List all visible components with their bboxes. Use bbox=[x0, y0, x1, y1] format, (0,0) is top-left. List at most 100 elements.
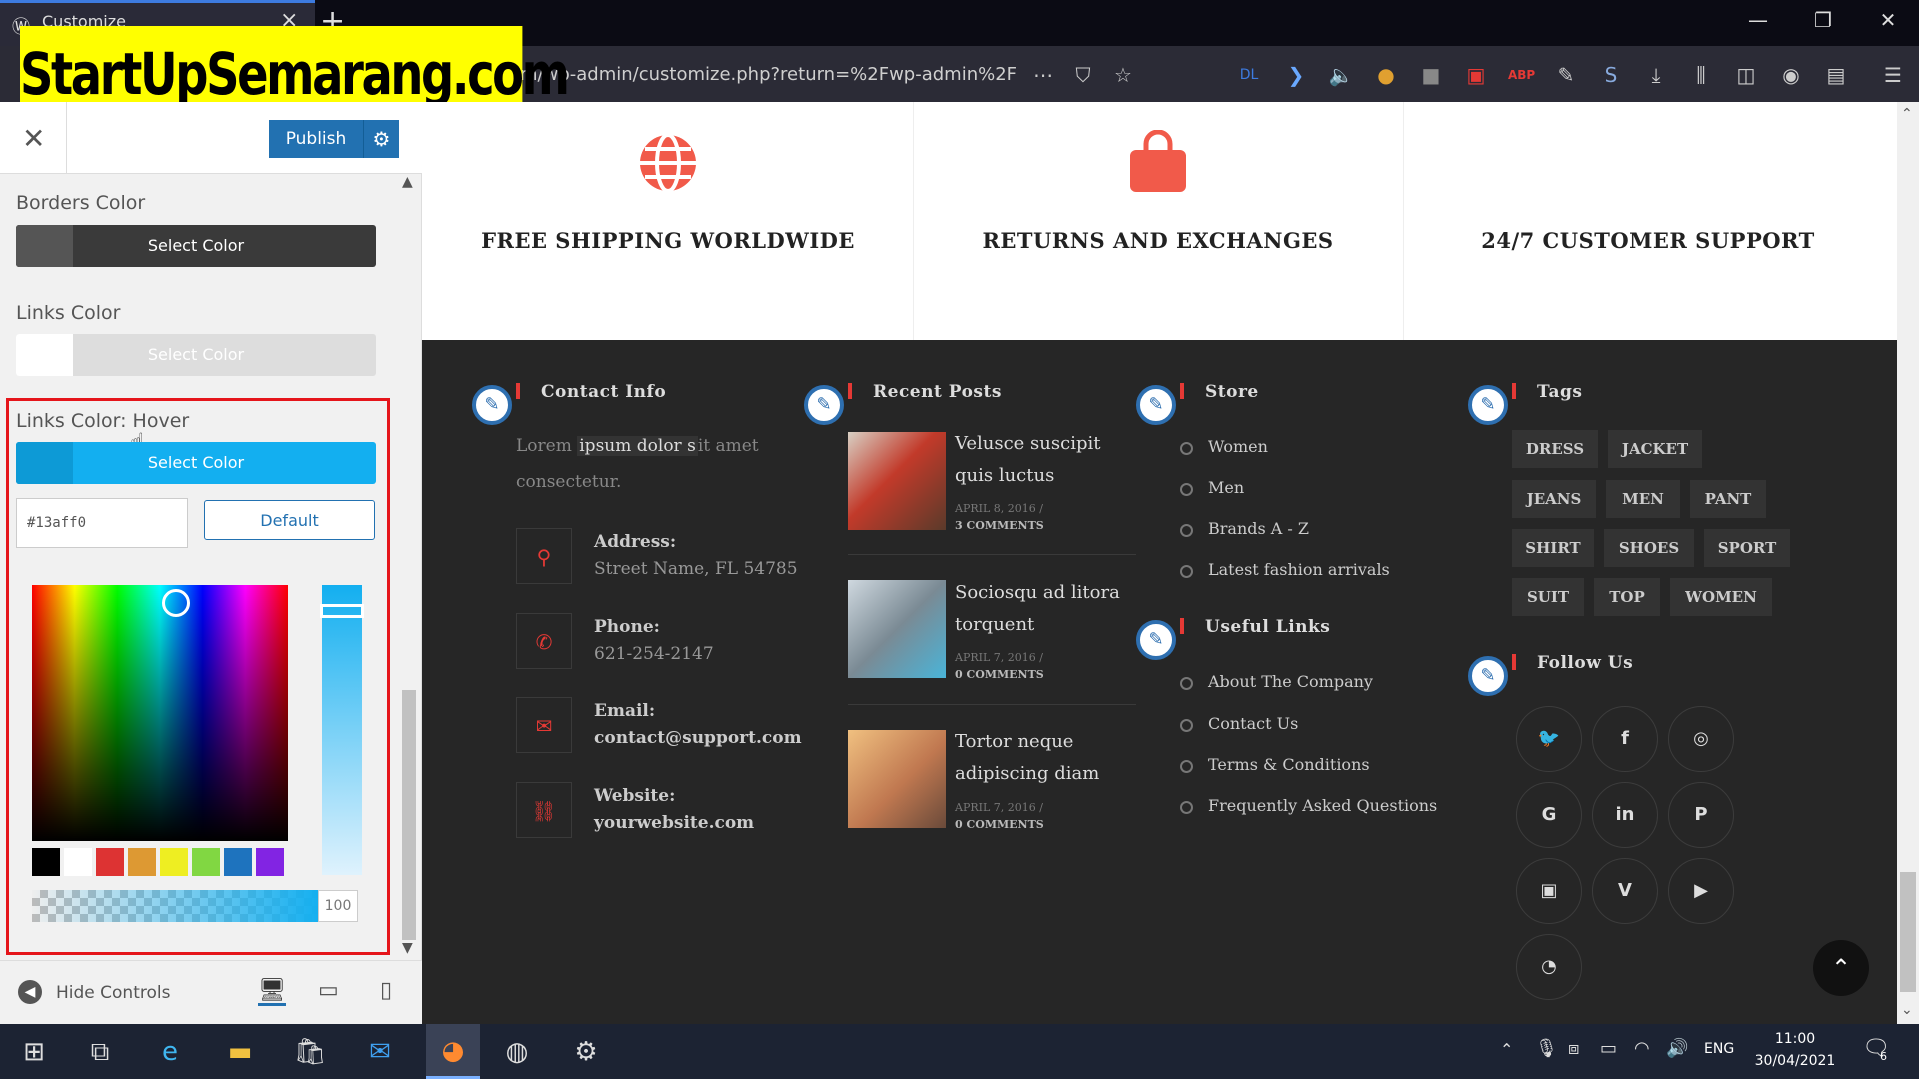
red-extension-icon[interactable]: ▣ bbox=[1463, 62, 1489, 88]
email-link[interactable]: contact@support.com bbox=[594, 728, 802, 748]
tag-button[interactable]: DRESS bbox=[1512, 430, 1598, 468]
s-extension-icon[interactable]: S bbox=[1598, 62, 1624, 88]
recent-posts-title: Recent Posts bbox=[873, 382, 1002, 402]
pinterest-icon[interactable]: P bbox=[1668, 782, 1734, 848]
store-link[interactable]: Brands A - Z bbox=[1208, 519, 1309, 538]
close-icon[interactable]: ✕ bbox=[22, 122, 45, 155]
rss-icon[interactable]: ◔ bbox=[1516, 934, 1582, 1000]
pen-icon[interactable]: ✎ bbox=[1553, 62, 1579, 88]
more-icon[interactable]: ⋯ bbox=[1030, 62, 1056, 88]
url-bar[interactable]: m/wp-admin/customize.php?return=%2Fwp-ad… bbox=[520, 64, 1017, 85]
microphone-icon[interactable]: 🎙 bbox=[1535, 1038, 1558, 1059]
borders-select-color-button[interactable]: Select Color bbox=[16, 225, 376, 267]
vine-icon[interactable]: V bbox=[1592, 858, 1658, 924]
tag-button[interactable]: JEANS bbox=[1512, 480, 1596, 518]
mobile-preview-icon[interactable]: ▯ bbox=[380, 978, 392, 1003]
tag-button[interactable]: SUIT bbox=[1512, 578, 1584, 616]
bookmark-star-icon[interactable]: ☆ bbox=[1110, 62, 1136, 88]
useful-link[interactable]: Terms & Conditions bbox=[1208, 755, 1370, 774]
post-title[interactable]: Sociosqu ad litora torquent bbox=[955, 577, 1135, 641]
scroll-up-icon[interactable]: ▲ bbox=[402, 174, 413, 190]
mail-icon[interactable]: ✉ bbox=[360, 1034, 400, 1070]
pencil-icon[interactable]: ✎ bbox=[1136, 620, 1176, 660]
website-link[interactable]: yourwebsite.com bbox=[594, 813, 754, 833]
scroll-down-icon[interactable]: ⌄ bbox=[1901, 1002, 1913, 1018]
window-close-icon[interactable]: ✕ bbox=[1868, 8, 1908, 32]
edge-icon[interactable]: e bbox=[150, 1034, 190, 1070]
scroll-down-icon[interactable]: ▼ bbox=[402, 940, 413, 956]
firefox-icon[interactable]: ◕ bbox=[426, 1024, 480, 1079]
device-icon[interactable]: ⧈ bbox=[1568, 1038, 1579, 1059]
publish-button[interactable]: Publish bbox=[269, 120, 363, 158]
store-link[interactable]: Men bbox=[1208, 478, 1244, 497]
download-icon[interactable]: ⤓ bbox=[1643, 62, 1669, 88]
post-thumbnail[interactable] bbox=[848, 580, 946, 678]
post-title[interactable]: Veluscе suscipit quis luctus bbox=[955, 428, 1135, 492]
hide-controls-label[interactable]: Hide Controls bbox=[56, 983, 170, 1003]
useful-link[interactable]: About The Company bbox=[1208, 672, 1373, 691]
task-view-icon[interactable]: ⧉ bbox=[80, 1034, 120, 1070]
preview-scroll-thumb[interactable] bbox=[1900, 872, 1916, 992]
language-indicator[interactable]: ENG bbox=[1704, 1041, 1734, 1057]
pencil-icon[interactable]: ✎ bbox=[1468, 656, 1508, 696]
useful-link[interactable]: Contact Us bbox=[1208, 714, 1298, 733]
windows-start-icon[interactable]: ⊞ bbox=[14, 1034, 54, 1070]
tag-button[interactable]: SHIRT bbox=[1512, 529, 1594, 567]
post-thumbnail[interactable] bbox=[848, 432, 946, 530]
pencil-icon[interactable]: ✎ bbox=[804, 385, 844, 425]
google-plus-icon[interactable]: G bbox=[1516, 782, 1582, 848]
tag-button[interactable]: MEN bbox=[1606, 480, 1680, 518]
pencil-icon[interactable]: ✎ bbox=[472, 385, 512, 425]
facebook-icon[interactable]: f bbox=[1592, 706, 1658, 772]
adblock-icon[interactable]: ABP bbox=[1508, 62, 1535, 88]
robot-extension-icon[interactable]: ■ bbox=[1418, 62, 1444, 88]
store-icon[interactable]: 🛍 bbox=[290, 1034, 330, 1070]
battery-icon[interactable]: ▭ bbox=[1600, 1038, 1617, 1059]
tag-button[interactable]: TOP bbox=[1594, 578, 1660, 616]
store-link[interactable]: Latest fashion arrivals bbox=[1208, 560, 1390, 579]
tablet-preview-icon[interactable]: ▭ bbox=[318, 978, 339, 1003]
reader-icon[interactable]: ▤ bbox=[1823, 62, 1849, 88]
audio-icon[interactable]: 🔈 bbox=[1328, 62, 1354, 88]
pocket-icon[interactable]: ⛉ bbox=[1070, 62, 1096, 88]
file-explorer-icon[interactable]: ▬ bbox=[220, 1034, 260, 1070]
sidebar-icon[interactable]: ◫ bbox=[1733, 62, 1759, 88]
tray-chevron-icon[interactable]: ⌃ bbox=[1500, 1040, 1513, 1059]
volume-icon[interactable]: 🔊 bbox=[1666, 1038, 1688, 1059]
obs-icon[interactable]: ◍ bbox=[497, 1034, 537, 1070]
linkedin-icon[interactable]: in bbox=[1592, 782, 1658, 848]
sidebar-scroll-thumb[interactable] bbox=[402, 690, 416, 940]
library-icon[interactable]: ⫼ bbox=[1688, 62, 1714, 88]
youtube-icon[interactable]: ▶ bbox=[1668, 858, 1734, 924]
system-clock[interactable]: 11:00 30/04/2021 bbox=[1740, 1028, 1850, 1072]
tag-button[interactable]: SPORT bbox=[1704, 529, 1790, 567]
extension-icon[interactable]: DL bbox=[1236, 62, 1262, 88]
vimeo-square-icon[interactable]: ▣ bbox=[1516, 858, 1582, 924]
menu-icon[interactable]: ☰ bbox=[1880, 62, 1906, 88]
post-thumbnail[interactable] bbox=[848, 730, 946, 828]
restore-icon[interactable]: ❐ bbox=[1803, 8, 1843, 32]
instagram-icon[interactable]: ◎ bbox=[1668, 706, 1734, 772]
desktop-preview-icon[interactable]: 🖥 bbox=[258, 978, 286, 1006]
minimize-icon[interactable]: — bbox=[1738, 8, 1778, 32]
monkey-extension-icon[interactable]: ● bbox=[1373, 62, 1399, 88]
post-title[interactable]: Tortor neque adipiscing diam bbox=[955, 726, 1135, 790]
scroll-to-top-icon[interactable]: ⌃ bbox=[1813, 940, 1869, 996]
gear-icon[interactable]: ⚙ bbox=[363, 120, 399, 158]
tag-button[interactable]: WOMEN bbox=[1670, 578, 1772, 616]
wifi-icon[interactable]: ◠ bbox=[1634, 1038, 1650, 1059]
pencil-icon[interactable]: ✎ bbox=[1468, 385, 1508, 425]
settings-icon[interactable]: ⚙ bbox=[566, 1034, 606, 1070]
tag-button[interactable]: SHOES bbox=[1604, 529, 1694, 567]
store-link[interactable]: Women bbox=[1208, 437, 1268, 456]
useful-link[interactable]: Frequently Asked Questions bbox=[1208, 796, 1437, 815]
scroll-up-icon[interactable]: ⌃ bbox=[1901, 106, 1913, 122]
play-extension-icon[interactable]: ❯ bbox=[1283, 62, 1309, 88]
account-icon[interactable]: ◉ bbox=[1778, 62, 1804, 88]
tag-button[interactable]: JACKET bbox=[1608, 430, 1702, 468]
tag-button[interactable]: PANT bbox=[1690, 480, 1766, 518]
links-select-color-button[interactable]: Select Color bbox=[16, 334, 376, 376]
collapse-icon[interactable]: ◀ bbox=[18, 980, 42, 1004]
pencil-icon[interactable]: ✎ bbox=[1136, 385, 1176, 425]
twitter-icon[interactable]: 🐦 bbox=[1516, 706, 1582, 772]
